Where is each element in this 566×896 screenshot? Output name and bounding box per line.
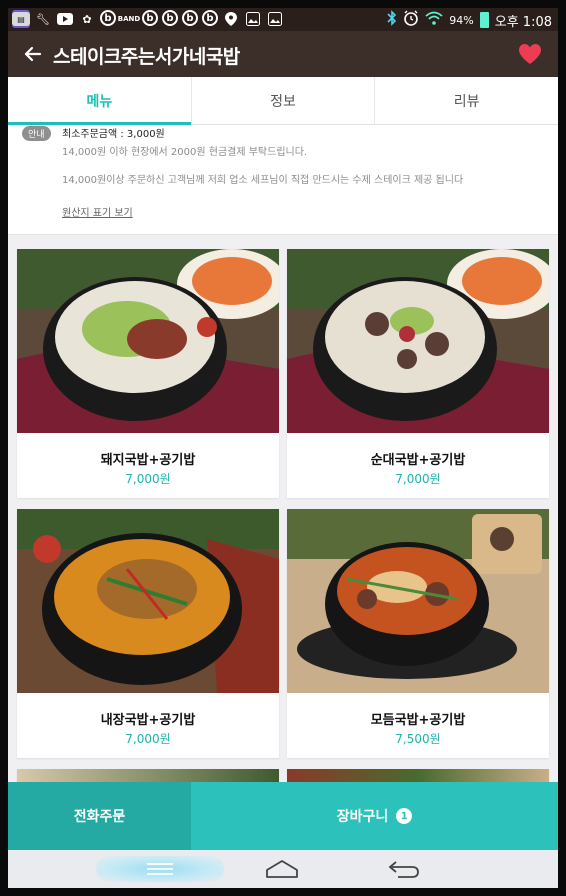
cart-label: 장바구니	[336, 809, 389, 825]
battery-icon	[479, 12, 489, 28]
arrow-left-icon[interactable]	[20, 41, 46, 67]
menu-card[interactable]: 모듬국밥+공기밥 7,500원	[287, 509, 549, 758]
menu-card[interactable]: 돼지국밥+공기밥 7,000원	[17, 249, 279, 498]
b-icon: b	[202, 10, 218, 26]
system-status: 94% 오후 1:08	[387, 10, 552, 30]
clock: 오후 1:08	[494, 14, 552, 30]
band-icon: BAND	[117, 15, 141, 23]
b-icon: b	[162, 10, 178, 26]
bluetooth-icon	[387, 10, 397, 30]
menu-card[interactable]: 내장국밥+공기밥 7,000원	[17, 509, 279, 758]
menu-item-name: 모듬국밥+공기밥	[370, 713, 466, 728]
menu-item-price: 7,000원	[395, 472, 441, 486]
menu-item-photo	[17, 249, 279, 433]
tab-bar: 메뉴 정보 리뷰	[8, 77, 558, 125]
minimum-order-text: 최소주문금액 : 3,000원	[62, 129, 165, 140]
heart-icon[interactable]	[518, 43, 542, 65]
tab-reviews[interactable]: 리뷰	[375, 77, 558, 124]
cart-count-badge: 1	[396, 808, 413, 824]
b-icon: b	[142, 10, 158, 26]
battery-percent: 94%	[449, 13, 474, 27]
menu-item-name: 순대국밥+공기밥	[370, 453, 466, 468]
menu-item-photo	[287, 509, 549, 693]
b-icon: b	[182, 10, 198, 26]
menu-item-price: 7,000원	[125, 732, 171, 746]
menu-item-name: 내장국밥+공기밥	[100, 713, 196, 728]
image-icon	[266, 10, 284, 28]
wifi-icon	[425, 11, 443, 29]
image-icon	[244, 10, 262, 28]
app-bar: 스테이크주는서가네국밥	[8, 31, 558, 77]
location-icon	[222, 10, 240, 28]
phone-order-button[interactable]: 전화주문	[8, 782, 191, 850]
notice-text-steak: 14,000원이상 주문하신 고객님께 저희 업소 세프님이 직접 만드시는 수…	[62, 175, 464, 186]
wrench-icon: 🔧︎	[36, 12, 50, 26]
menu-item-name: 돼지국밥+공기밥	[100, 453, 196, 468]
menu-item-price: 7,500원	[395, 732, 441, 746]
store-notice: 안내 최소주문금액 : 3,000원 14,000원 이하 현장에서 2000원…	[8, 125, 558, 235]
system-nav-bar	[8, 850, 558, 888]
order-action-bar: 전화주문 장바구니 1	[8, 782, 558, 850]
menu-item-photo	[17, 509, 279, 693]
notice-badge: 안내	[22, 126, 51, 141]
back-icon[interactable]	[386, 858, 422, 880]
page-title: 스테이크주는서가네국밥	[53, 46, 240, 68]
youtube-icon	[56, 10, 74, 28]
origin-info-link[interactable]: 원산지 표기 보기	[62, 204, 133, 219]
status-bar: ▦ 🔧︎ ✿ b BAND ▤ b b b b	[8, 8, 558, 31]
alarm-icon	[403, 10, 419, 30]
device-screen: ▦ 🔧︎ ✿ b BAND ▤ b b b b	[8, 8, 558, 888]
card-icon: ▤	[12, 12, 30, 26]
menu-card[interactable]: 순대국밥+공기밥 7,000원	[287, 249, 549, 498]
b-icon: b	[100, 10, 116, 26]
notification-icons: ▦ 🔧︎ ✿ b BAND ▤ b b b b	[12, 10, 284, 28]
menu-icon[interactable]	[96, 856, 224, 882]
flower-icon: ✿	[82, 12, 92, 26]
notice-text-cash: 14,000원 이하 현장에서 2000원 현금결제 부탁드립니다.	[62, 147, 308, 158]
menu-item-price: 7,000원	[125, 472, 171, 486]
tab-info[interactable]: 정보	[192, 77, 376, 124]
tab-menu[interactable]: 메뉴	[8, 77, 192, 125]
menu-item-photo	[287, 249, 549, 433]
home-icon[interactable]	[264, 858, 300, 880]
cart-button[interactable]: 장바구니 1	[191, 782, 558, 850]
